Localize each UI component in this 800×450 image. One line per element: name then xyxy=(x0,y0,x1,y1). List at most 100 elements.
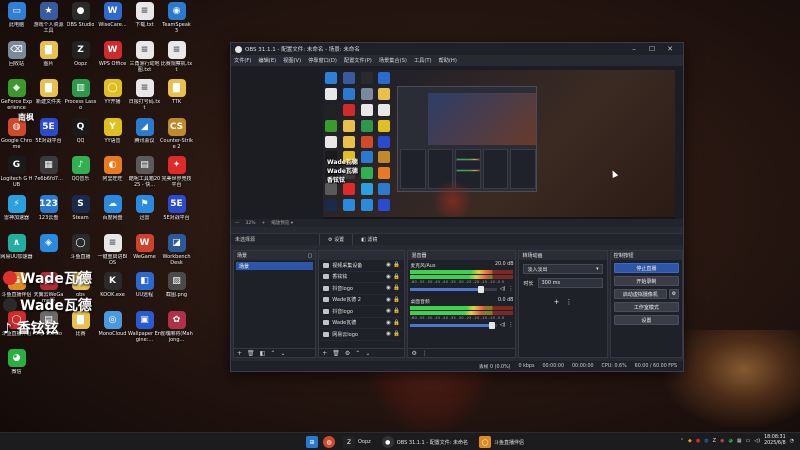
desktop-icon[interactable]: 5E 5E对战平台 xyxy=(32,117,65,144)
desktop-icon[interactable]: ✦ 完美世界竞技平台 xyxy=(160,156,193,188)
maximize-button[interactable]: ☐ xyxy=(643,45,661,53)
taskbar-app-douyu[interactable]: ◯ 斗鱼直播伴侣 xyxy=(476,436,527,448)
eye-icon[interactable]: ◉ xyxy=(384,262,392,268)
move-down-icon[interactable]: ⌄ xyxy=(280,350,285,357)
tray-app-icon[interactable]: ◍ xyxy=(704,438,708,444)
menu-item[interactable]: 场景集合(S) xyxy=(379,57,407,64)
desktop-icon[interactable]: ◯ YY开播 xyxy=(96,79,129,105)
volume-slider[interactable] xyxy=(410,321,497,329)
stop-stream-button[interactable]: 停止直播 xyxy=(613,263,680,273)
tray-app-icon[interactable]: ● xyxy=(696,438,700,444)
desktop-icon[interactable]: ◈ xyxy=(32,233,65,254)
desktop-icon[interactable]: ◉ TeamSpeak 3 xyxy=(160,2,193,34)
studio-mode-button[interactable]: 工作室模式 xyxy=(613,302,680,312)
desktop-icon[interactable]: ★ 游戏个人资源工具 xyxy=(32,2,65,34)
clock[interactable]: 18:08:31 2025/6/8 xyxy=(764,435,786,447)
desktop-icon[interactable]: ⌫ 回收站 xyxy=(0,40,33,67)
zoom-in-icon[interactable]: + xyxy=(262,221,266,226)
menu-item[interactable]: 帮助(H) xyxy=(439,57,457,64)
start-icon[interactable]: ⊞ xyxy=(306,436,318,448)
lock-icon[interactable]: 🔒 xyxy=(392,331,400,337)
desktop-icon[interactable]: ◯ 斗鱼直播 xyxy=(64,233,97,260)
obs-titlebar[interactable]: OBS 31.1.1 - 配置文件: 未命名 - 场景: 未命名 – ☐ ✕ xyxy=(231,43,683,55)
menu-item[interactable]: 工具(T) xyxy=(414,57,432,64)
desktop-icon[interactable]: ⚡ 雷神加速器 xyxy=(0,195,33,221)
menu-item[interactable]: 停靠窗口(D) xyxy=(308,57,337,64)
source-item[interactable]: 网易云logo ◉ 🔒 xyxy=(321,329,403,341)
desktop-icon[interactable]: K KOOK.exe xyxy=(96,272,129,298)
desktop-icon[interactable]: ▭ 此电脑 xyxy=(0,2,33,28)
taskbar-app-obs[interactable]: ● OBS 31.1.1 - 配置文件: 未命名 xyxy=(379,436,471,448)
speaker-icon[interactable]: ◁) xyxy=(500,322,506,328)
scene-item[interactable]: 场景 xyxy=(236,262,314,270)
move-down-icon[interactable]: ⌄ xyxy=(365,350,370,357)
eye-icon[interactable]: ◉ xyxy=(384,331,392,337)
source-item[interactable]: 抖音logo ◉ 🔒 xyxy=(321,306,403,318)
network-icon[interactable]: ▭ xyxy=(746,438,751,444)
eye-icon[interactable]: ◉ xyxy=(384,320,392,326)
desktop-icon[interactable]: W WPS Office xyxy=(96,40,129,67)
notification-icon[interactable]: ◔ xyxy=(790,438,794,444)
desktop-icon[interactable]: Z Oopz xyxy=(64,40,97,67)
desktop-icon[interactable]: ▇ TTK xyxy=(160,79,193,105)
properties-button[interactable]: ⚙ 设置 xyxy=(319,234,352,245)
desktop-icon[interactable]: ◐ 阿里旺旺 xyxy=(96,156,129,182)
virtual-cam-settings-icon[interactable]: ⚙ xyxy=(669,289,680,299)
slider-knob[interactable] xyxy=(489,321,496,329)
desktop-icon[interactable]: ▨ 截图.png xyxy=(160,272,193,298)
tray-app-icon[interactable]: ◉ xyxy=(720,438,724,444)
transition-select[interactable]: 淡入淡出 ▾ xyxy=(523,264,603,274)
desktop-icon[interactable]: ≡ 下载.txt xyxy=(128,2,161,28)
desktop-icon[interactable]: ▇ 新建文件夹 xyxy=(32,79,65,105)
minimize-button[interactable]: – xyxy=(625,45,643,53)
volume-slider[interactable] xyxy=(410,285,497,293)
mixer-menu-icon[interactable]: ⋮ xyxy=(422,350,428,357)
eye-icon[interactable]: ◉ xyxy=(384,274,392,280)
filters-button[interactable]: ◧ 滤镜 xyxy=(352,234,385,245)
settings-button[interactable]: 设置 xyxy=(613,315,680,325)
zoom-dropdown[interactable]: 缩放预览 ▾ xyxy=(271,220,293,226)
channel-menu-icon[interactable]: ⋮ xyxy=(508,322,513,328)
desktop-icon[interactable]: G Logitech G HUB xyxy=(0,156,33,188)
source-item[interactable]: 视频采集设备 ◉ 🔒 xyxy=(321,260,403,272)
dock-undock-icon[interactable]: ▢ xyxy=(308,253,313,259)
mixer-settings-icon[interactable]: ⚙ xyxy=(411,350,416,357)
tray-app-icon[interactable]: Z xyxy=(713,438,716,444)
lock-icon[interactable]: 🔒 xyxy=(392,320,400,326)
menu-item[interactable]: 视图(V) xyxy=(283,57,301,64)
zoom-out-icon[interactable]: — xyxy=(235,221,240,226)
desktop-icon[interactable]: 5E 5E对战平台 xyxy=(160,195,193,221)
remove-scene-icon[interactable]: 🗑 xyxy=(247,350,255,357)
speaker-icon[interactable]: ◁) xyxy=(500,286,506,292)
lock-icon[interactable]: 🔒 xyxy=(392,262,400,268)
lock-icon[interactable]: 🔒 xyxy=(392,308,400,314)
tray-app-icon[interactable]: ▦ xyxy=(737,438,742,444)
menu-item[interactable]: 配置文件(P) xyxy=(344,57,372,64)
desktop-icon[interactable]: ● OBS Studio xyxy=(64,2,97,28)
preview-canvas[interactable]: Wade瓦德 Wade瓦德 香铉铉 xyxy=(323,70,675,222)
close-button[interactable]: ✕ xyxy=(661,45,679,53)
source-settings-icon[interactable]: ⚙ xyxy=(345,350,350,357)
desktop-icon[interactable]: ≡ 比赛观察机.txt xyxy=(160,40,193,73)
desktop-icon[interactable]: ≡ 三角洲行动地图.txt xyxy=(128,40,161,73)
desktop-icon[interactable]: ≡ 一键重启进BIOS xyxy=(96,233,129,266)
taskbar-app-oopz[interactable]: Z Oopz xyxy=(340,436,374,448)
menu-item[interactable]: 文件(F) xyxy=(234,57,251,64)
desktop-icon[interactable]: ◆ GeForce Experience xyxy=(0,79,33,111)
desktop-icon[interactable]: ▦ 7e6b6fd7... xyxy=(32,156,65,182)
source-item[interactable]: 香铉铉 ◉ 🔒 xyxy=(321,272,403,283)
desktop-icon[interactable]: ▣ Wallpaper Engine:... xyxy=(128,310,161,343)
add-source-icon[interactable]: + xyxy=(322,350,327,357)
virtual-cam-button[interactable]: 启动虚拟摄像机 xyxy=(613,289,668,299)
start-record-button[interactable]: 开始录制 xyxy=(613,276,680,286)
add-transition-icon[interactable]: + xyxy=(554,298,560,306)
lock-icon[interactable]: 🔒 xyxy=(392,297,400,303)
source-item[interactable]: 抖音logo ◉ 🔒 xyxy=(321,283,403,295)
volume-icon[interactable]: ◁) xyxy=(754,438,760,444)
move-up-icon[interactable]: ⌃ xyxy=(355,350,360,357)
desktop-icon[interactable]: ◎ MonoCloud xyxy=(96,310,129,337)
move-up-icon[interactable]: ⌃ xyxy=(270,350,275,357)
add-scene-icon[interactable]: + xyxy=(237,350,242,357)
desktop-icon[interactable]: ◢ 腾讯会议 xyxy=(128,117,161,144)
desktop-icon[interactable]: ∧ 网易UU加速器 xyxy=(0,233,33,260)
